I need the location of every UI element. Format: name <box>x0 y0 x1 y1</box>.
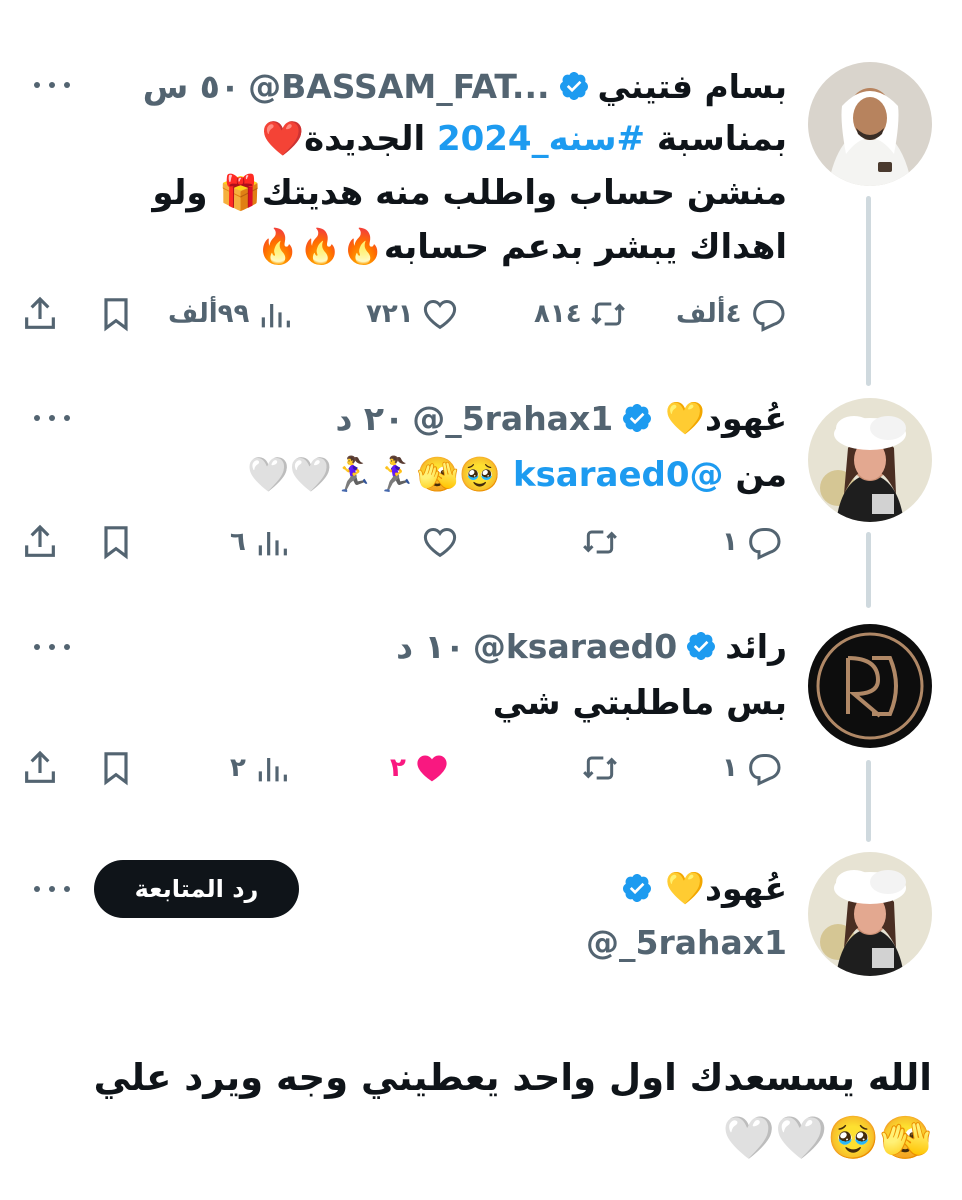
verified-badge-icon <box>623 404 652 432</box>
display-name[interactable]: بسام فتيني <box>598 67 787 106</box>
tweet-text-line: 🫣🥹🤍🤍 <box>722 1113 932 1162</box>
tweet-1[interactable]: بسام فتيني @BASSAM_FAT... ٥٠ س بمناسبة #… <box>0 0 962 386</box>
bookmark-icon <box>104 526 128 560</box>
tweet-text-line: اهداك يبشر بدعم حسابه🔥🔥🔥 <box>256 227 787 267</box>
tweet-text-line: من @ksaraed0 🥹🫣🏃‍♀️🏃‍♀️🤍🤍 <box>247 455 787 495</box>
views-count: ٢ <box>230 753 246 783</box>
share-button[interactable] <box>20 518 60 566</box>
tweet-text: بمناسبة #سنه_2024 الجديدة❤️ منشن حساب وا… <box>152 112 787 274</box>
display-name[interactable]: عُهود <box>705 869 787 908</box>
tweet-text: بس ماطلبتي شي <box>493 676 787 730</box>
verified-badge-icon <box>623 874 652 902</box>
verified-badge-icon <box>559 72 588 100</box>
avatar-photo <box>808 398 932 522</box>
share-button[interactable] <box>20 744 60 792</box>
views-icon <box>258 532 287 556</box>
tweet-header: عُهود 💛 @_5rahax1 ٢٠ د <box>335 396 787 440</box>
share-icon <box>25 750 55 783</box>
reply-button[interactable]: ٤ألف <box>676 290 788 338</box>
display-name[interactable]: رائد <box>725 627 787 666</box>
heart-icon <box>423 299 456 330</box>
heart-filled-icon <box>417 755 447 782</box>
like-button[interactable] <box>420 518 460 566</box>
bookmark-button[interactable] <box>96 290 136 338</box>
more-icon[interactable] <box>34 884 70 894</box>
share-icon <box>25 296 55 329</box>
views-button[interactable]: ٢ <box>230 744 292 792</box>
share-button[interactable] <box>20 290 60 338</box>
tweet-actions: ١ ٢ ٢ <box>0 744 962 792</box>
retweet-button[interactable] <box>580 518 620 566</box>
retweet-button[interactable] <box>580 744 620 792</box>
retweet-icon <box>583 756 617 780</box>
tweet-text-line: بس ماطلبتي شي <box>492 683 787 723</box>
like-count: ٧٢١ <box>366 299 414 329</box>
like-button[interactable]: ٧٢١ <box>366 290 460 338</box>
bookmark-button[interactable] <box>96 744 136 792</box>
like-count: ٢ <box>390 753 406 783</box>
more-icon[interactable] <box>34 80 70 90</box>
tweet-text-line: بمناسبة #سنه_2024 الجديدة❤️ <box>261 119 787 159</box>
tweet-header: رائد @ksaraed0 ١٠ د <box>396 624 787 668</box>
like-button[interactable]: ٢ <box>390 744 452 792</box>
more-icon[interactable] <box>34 413 70 423</box>
heart-icon <box>423 527 457 558</box>
yellow-heart-emoji: 💛 <box>665 869 706 907</box>
avatar[interactable] <box>808 624 932 748</box>
tweet-text: من @ksaraed0 🥹🫣🏃‍♀️🏃‍♀️🤍🤍 <box>247 448 787 502</box>
display-name[interactable]: عُهود <box>705 399 787 438</box>
handle[interactable]: @_5rahax1 <box>586 923 787 962</box>
retweet-count: ٨١٤ <box>534 299 582 329</box>
tweet-header: بسام فتيني @BASSAM_FAT... ٥٠ س <box>143 64 787 108</box>
verified-badge-icon <box>687 632 716 660</box>
retweet-button[interactable]: ٨١٤ <box>534 290 628 338</box>
more-icon[interactable] <box>34 642 70 652</box>
bookmark-icon <box>104 298 128 332</box>
avatar-logo <box>808 624 932 748</box>
retweet-icon <box>583 530 617 554</box>
handle[interactable]: @ksaraed0 <box>473 627 677 666</box>
tweet-3[interactable]: رائد @ksaraed0 ١٠ د بس ماطلبتي شي ١ ٢ ٢ <box>0 602 962 842</box>
reply-icon <box>752 300 785 332</box>
timestamp[interactable]: ٥٠ س <box>143 67 240 106</box>
views-count: ٦ <box>230 527 246 557</box>
timestamp[interactable]: ٢٠ د <box>335 399 404 438</box>
tweet-actions: ١ ٦ <box>0 518 962 566</box>
bookmark-icon <box>104 752 128 786</box>
tweet-text-line: الله يسسعدك اول واحد يعطيني وجه ويرد علي <box>93 1056 932 1099</box>
views-count: ٩٩ألف <box>168 299 250 329</box>
handle[interactable]: @BASSAM_FAT... <box>248 67 549 106</box>
mention-link[interactable]: @ksaraed0 <box>513 455 724 495</box>
reply-count: ٤ألف <box>676 299 742 329</box>
avatar-photo <box>808 62 932 186</box>
avatar[interactable] <box>808 62 932 186</box>
tweet-actions: ٤ألف ٨١٤ ٧٢١ ٩٩ألف <box>0 290 962 338</box>
tweet-2[interactable]: عُهود 💛 @_5rahax1 ٢٠ د من @ksaraed0 🥹🫣🏃‍… <box>0 380 962 608</box>
hashtag-link[interactable]: #سنه_2024 <box>437 119 645 159</box>
retweet-icon <box>590 302 625 326</box>
bookmark-button[interactable] <box>96 518 136 566</box>
reply-icon <box>749 754 781 786</box>
views-button[interactable]: ٩٩ألف <box>168 290 295 338</box>
reply-button[interactable]: ١ <box>722 518 784 566</box>
handle[interactable]: @_5rahax1 <box>412 399 613 438</box>
tweet-header: عُهود 💛 <box>613 866 787 910</box>
share-icon <box>25 524 55 557</box>
tweet-text-line: منشن حساب واطلب منه هديتك🎁 ولو <box>152 173 787 213</box>
views-icon <box>262 304 291 328</box>
views-button[interactable]: ٦ <box>230 518 292 566</box>
reply-button[interactable]: ١ <box>722 744 784 792</box>
reply-count: ١ <box>722 753 738 783</box>
views-icon <box>258 758 287 782</box>
yellow-heart-emoji: 💛 <box>665 399 706 437</box>
avatar[interactable] <box>808 398 932 522</box>
avatar[interactable] <box>808 852 932 976</box>
handle-row: @_5rahax1 <box>586 920 787 964</box>
avatar-photo <box>808 852 932 976</box>
reply-count: ١ <box>722 527 738 557</box>
reply-icon <box>749 528 781 560</box>
timestamp[interactable]: ١٠ د <box>396 627 465 666</box>
focused-tweet-text: الله يسسعدك اول واحد يعطيني وجه ويرد علي… <box>94 1048 932 1168</box>
follow-back-button[interactable]: رد المتابعة <box>94 860 299 918</box>
